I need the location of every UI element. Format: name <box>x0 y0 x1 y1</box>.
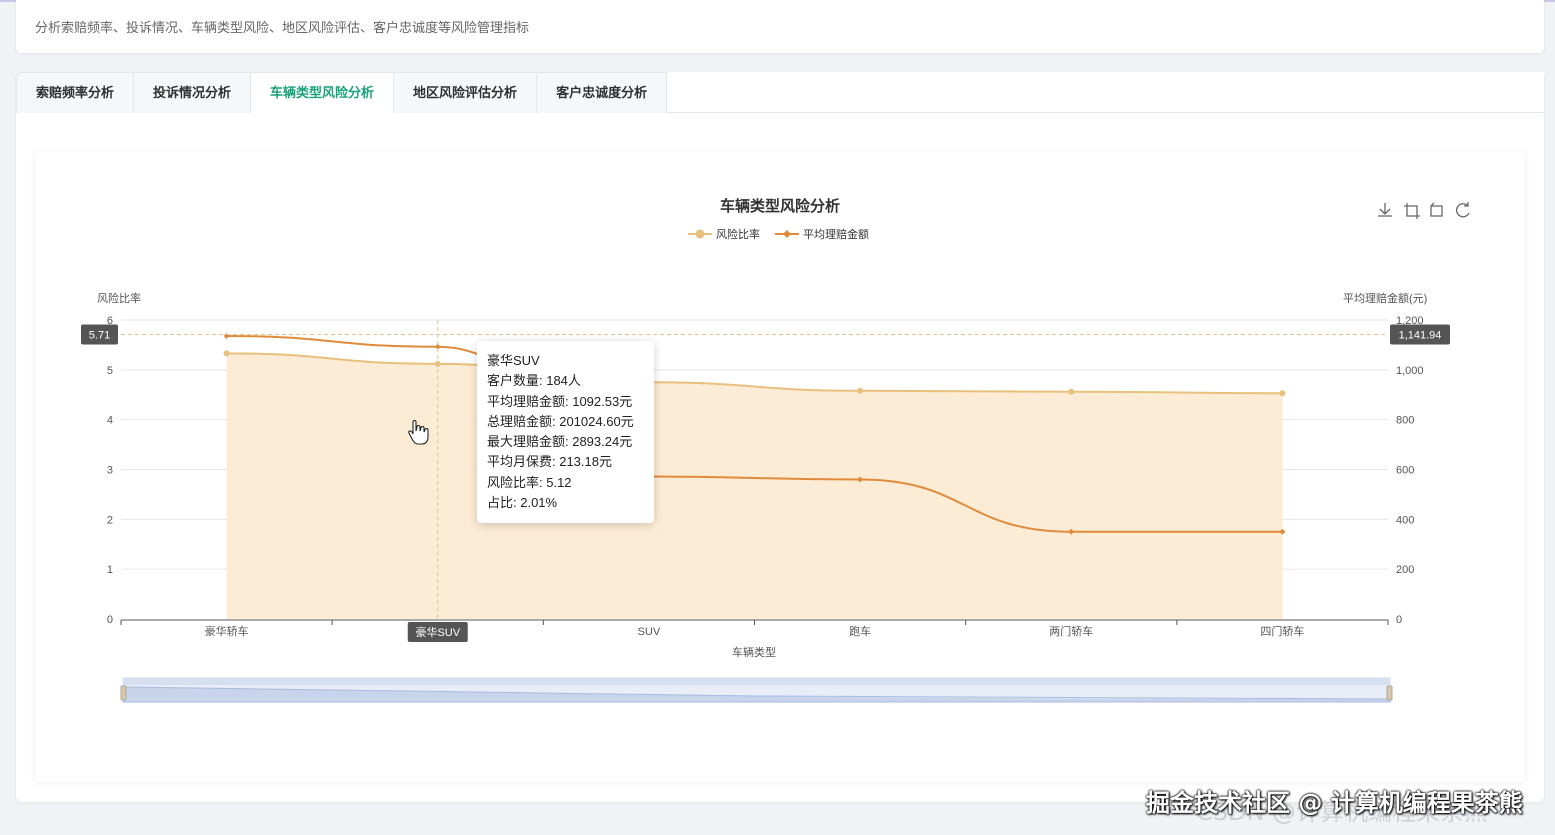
tooltip-line: 占比: 2.01% <box>487 495 558 511</box>
tooltip-line: 总理赔金额: 201024.60元 <box>487 413 634 429</box>
tab-complaints[interactable]: 投诉情况分析 <box>134 72 252 113</box>
watermark: 掘金技术社区 @ 计算机编程果茶熊 <box>1146 789 1523 817</box>
tooltip-line: 客户数量: 184人 <box>487 373 581 389</box>
tooltip-title: 豪华SUV <box>487 353 540 368</box>
tab-vehicle-type-risk[interactable]: 车辆类型风险分析 <box>251 72 395 114</box>
tooltip-line: 最大理赔金额: 2893.24元 <box>487 434 633 450</box>
tab-bar: 索赔频率分析 投诉情况分析 车辆类型风险分析 地区风险评估分析 客户忠诚度分析 <box>16 72 1544 114</box>
chart-container <box>35 152 1525 782</box>
tab-bar-filler <box>667 72 1544 112</box>
tooltip-line: 平均理赔金额: 1092.53元 <box>487 393 633 409</box>
description-card: 分析索赔频率、投诉情况、车辆类型风险、地区风险评估、客户忠诚度等风险管理指标 <box>16 0 1544 53</box>
tab-claim-frequency[interactable]: 索赔频率分析 <box>16 72 135 113</box>
tab-region-risk[interactable]: 地区风险评估分析 <box>394 72 538 113</box>
analysis-card: 索赔频率分析 投诉情况分析 车辆类型风险分析 地区风险评估分析 客户忠诚度分析 <box>16 72 1544 802</box>
tooltip-line: 平均月保费: 213.18元 <box>487 454 612 470</box>
chart-tooltip: 豪华SUV 客户数量: 184人 平均理赔金额: 1092.53元 总理赔金额:… <box>477 341 654 523</box>
page-description: 分析索赔频率、投诉情况、车辆类型风险、地区风险评估、客户忠诚度等风险管理指标 <box>35 21 530 36</box>
tab-customer-loyalty[interactable]: 客户忠诚度分析 <box>537 72 668 113</box>
tooltip-line: 风险比率: 5.12 <box>487 474 572 490</box>
